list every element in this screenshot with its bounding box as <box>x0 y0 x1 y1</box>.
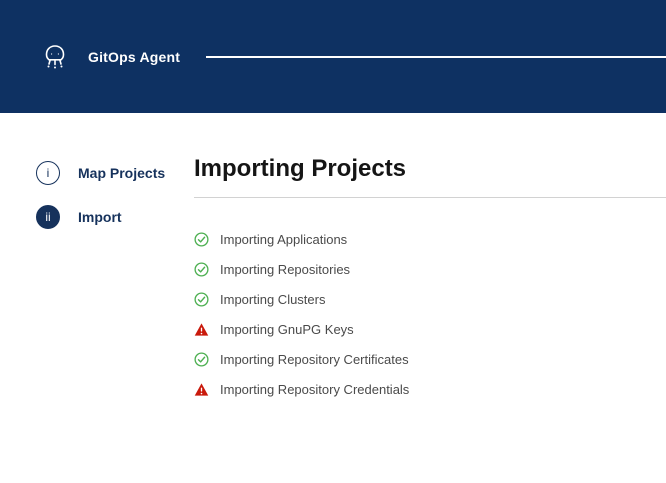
status-item: Importing GnuPG Keys <box>194 322 666 337</box>
status-item: Importing Repository Certificates <box>194 352 666 367</box>
step-label: Import <box>78 209 122 225</box>
check-circle-icon <box>194 352 209 367</box>
check-circle-icon <box>194 262 209 277</box>
status-label: Importing Repository Certificates <box>220 352 409 367</box>
octopus-logo-icon <box>38 40 72 74</box>
status-label: Importing Applications <box>220 232 347 247</box>
warning-triangle-icon <box>194 382 209 397</box>
step-numeral: ii <box>36 205 60 229</box>
check-circle-icon <box>194 292 209 307</box>
status-label: Importing GnuPG Keys <box>220 322 354 337</box>
app-header: GitOps Agent <box>0 0 666 113</box>
step-numeral: i <box>36 161 60 185</box>
status-item: Importing Applications <box>194 232 666 247</box>
warning-triangle-icon <box>194 322 209 337</box>
title-divider <box>194 197 666 198</box>
wizard-steps: i Map Projects ii Import <box>0 155 194 412</box>
status-item: Importing Clusters <box>194 292 666 307</box>
status-item: Importing Repository Credentials <box>194 382 666 397</box>
check-circle-icon <box>194 232 209 247</box>
status-item: Importing Repositories <box>194 262 666 277</box>
import-status-list: Importing Applications Importing Reposito… <box>194 232 666 397</box>
status-label: Importing Clusters <box>220 292 325 307</box>
wizard-step-import[interactable]: ii Import <box>36 205 194 229</box>
status-label: Importing Repository Credentials <box>220 382 409 397</box>
page-title: Importing Projects <box>194 155 666 183</box>
wizard-step-map-projects[interactable]: i Map Projects <box>36 161 194 185</box>
status-label: Importing Repositories <box>220 262 350 277</box>
app-window: GitOps Agent i Map Projects ii Import Impor… <box>0 0 666 483</box>
header-divider <box>206 56 666 58</box>
step-label: Map Projects <box>78 165 165 181</box>
content-area: i Map Projects ii Import Importing Projects… <box>0 113 666 412</box>
main-panel: Importing Projects Importing Application… <box>194 155 666 412</box>
app-title: GitOps Agent <box>88 49 180 65</box>
